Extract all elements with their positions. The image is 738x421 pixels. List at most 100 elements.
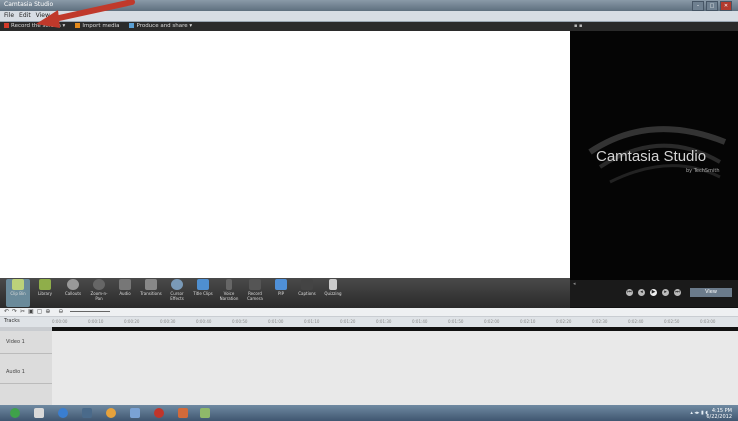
preview-size-icon[interactable]: ▪ ▪ xyxy=(574,23,582,29)
callouts-icon xyxy=(67,279,79,290)
transitions-icon xyxy=(145,279,157,290)
callouts-tool[interactable]: Callouts xyxy=(62,279,84,307)
track-label-video1: Video 1 xyxy=(6,339,25,345)
editing-canvas[interactable] xyxy=(0,31,570,279)
track-row-video1[interactable]: Video 1 xyxy=(0,331,52,354)
zoom-icon xyxy=(93,279,105,290)
ruler-tick: 0:00:30 xyxy=(160,319,176,324)
techsmith-logo-text: by TechSmith xyxy=(686,168,720,174)
cursor-effects-tool[interactable]: Cursor Effects xyxy=(166,279,188,307)
pip-label: PIP xyxy=(277,291,284,296)
captions-label: Captions xyxy=(298,291,316,296)
ruler-tick: 0:01:10 xyxy=(304,319,320,324)
preview-controls: ◂ ⏮ ◂ ▶ ▸ ⏭ View xyxy=(570,280,738,307)
maximize-button[interactable]: □ xyxy=(706,1,718,11)
quizzing-tool[interactable]: Quizzing xyxy=(322,279,344,307)
title-clips-label: Title Clips xyxy=(193,291,213,296)
audio-tool[interactable]: Audio xyxy=(114,279,136,307)
ruler-tick: 0:02:30 xyxy=(592,319,608,324)
ruler-tick: 0:01:30 xyxy=(376,319,392,324)
fast-forward-icon[interactable]: ▸ xyxy=(662,289,669,296)
cursor-effects-label: Cursor Effects xyxy=(170,291,184,301)
preview-pane: ▪ ▪ Camtasia Studio by TechSmith xyxy=(570,22,738,280)
clock-date: 6/22/2012 xyxy=(706,414,732,420)
camtasia-logo-text: Camtasia Studio xyxy=(596,148,707,165)
window-controls: – □ ✕ xyxy=(692,1,732,11)
scrub-handle-icon[interactable]: ◂ xyxy=(573,281,576,287)
ruler-tick: 0:02:20 xyxy=(556,319,572,324)
timeline-ruler[interactable]: Tracks 0:00:00 0:00:10 0:00:20 0:00:30 0:00:… xyxy=(0,317,738,327)
tasks-toolbar: Clip Bin Library Callouts Zoom-n-Pan Aud… xyxy=(0,278,570,308)
title-clips-icon xyxy=(197,279,209,290)
preview-header: ▪ ▪ xyxy=(570,22,738,31)
next-clip-icon[interactable]: ⏭ xyxy=(674,289,681,296)
timeline-tools-icon[interactable]: ↶↷✂▣▢⊕ ⊖ xyxy=(4,308,66,315)
record-camera-icon xyxy=(249,279,261,290)
view-button[interactable]: View xyxy=(690,288,732,297)
zoom-tool[interactable]: Zoom-n-Pan xyxy=(88,279,110,307)
quizzing-icon xyxy=(329,279,337,290)
timeline-tracks[interactable] xyxy=(52,331,738,405)
transitions-tool[interactable]: Transitions xyxy=(140,279,162,307)
ruler-tick: 0:00:00 xyxy=(52,319,68,324)
clip-bin-icon xyxy=(12,279,24,290)
voice-narration-tool[interactable]: Voice Narration xyxy=(218,279,240,307)
audio-icon xyxy=(119,279,131,290)
record-camera-tool[interactable]: Record Camera xyxy=(244,279,266,307)
ruler-tick: 0:03:00 xyxy=(700,319,716,324)
voice-narration-label: Voice Narration xyxy=(219,291,239,301)
taskbar-clock[interactable]: 4:15 PM 6/22/2012 xyxy=(706,408,732,420)
produce-share-label: Produce and share ▾ xyxy=(136,23,193,29)
ie-icon[interactable] xyxy=(58,408,68,418)
ruler-tick: 0:00:40 xyxy=(196,319,212,324)
explorer-icon[interactable] xyxy=(34,408,44,418)
rewind-icon[interactable]: ◂ xyxy=(638,289,645,296)
title-clips-tool[interactable]: Title Clips xyxy=(192,279,214,307)
previous-clip-icon[interactable]: ⏮ xyxy=(626,289,633,296)
audio-label: Audio xyxy=(119,291,131,296)
ruler-tick: 0:00:50 xyxy=(232,319,248,324)
timeline-toolbar: ↶↷✂▣▢⊕ ⊖ xyxy=(0,308,738,317)
voice-narration-icon xyxy=(226,279,232,290)
ruler-tick: 0:02:10 xyxy=(520,319,536,324)
library-icon xyxy=(39,279,51,290)
zoom-slider[interactable] xyxy=(70,311,110,312)
track-row-audio1[interactable]: Audio 1 xyxy=(0,361,52,384)
annotation-arrow-icon xyxy=(36,0,135,28)
ruler-tick: 0:02:50 xyxy=(664,319,680,324)
swoosh-graphic xyxy=(588,126,727,184)
track-label-audio1: Audio 1 xyxy=(6,369,25,375)
callouts-label: Callouts xyxy=(64,291,82,296)
chrome-icon[interactable] xyxy=(106,408,116,418)
captions-icon xyxy=(301,279,313,290)
clip-bin-tool[interactable]: Clip Bin xyxy=(6,279,30,307)
media-icon[interactable] xyxy=(82,408,92,418)
start-orb-icon[interactable] xyxy=(10,408,20,418)
ruler-tick: 0:02:40 xyxy=(628,319,644,324)
close-button[interactable]: ✕ xyxy=(720,1,732,11)
library-tool[interactable]: Library xyxy=(34,279,56,307)
powerpoint-icon[interactable] xyxy=(178,408,188,418)
ruler-tick: 0:01:40 xyxy=(412,319,428,324)
system-tray-icons[interactable]: ▴ ◂▸ ▮ ◖ xyxy=(690,410,708,416)
ruler-tick: 0:01:00 xyxy=(268,319,284,324)
play-icon[interactable]: ▶ xyxy=(650,289,657,296)
ruler-tick: 0:02:00 xyxy=(484,319,500,324)
pip-tool[interactable]: PIP xyxy=(270,279,292,307)
minimize-button[interactable]: – xyxy=(692,1,704,11)
ruler-tick: 0:01:20 xyxy=(340,319,356,324)
ruler-tick: 0:01:50 xyxy=(448,319,464,324)
word-icon[interactable] xyxy=(130,408,140,418)
camtasia-taskbar-icon[interactable] xyxy=(200,408,210,418)
tracks-label: Tracks xyxy=(4,318,20,324)
transitions-label: Transitions xyxy=(140,291,162,296)
ruler-tick: 0:00:10 xyxy=(88,319,104,324)
track-labels: Video 1 Audio 1 xyxy=(0,331,53,405)
library-label: Library xyxy=(38,291,52,296)
captions-tool[interactable]: Captions xyxy=(296,279,318,307)
clip-bin-label: Clip Bin xyxy=(10,291,26,296)
opera-icon[interactable] xyxy=(154,408,164,418)
windows-taskbar: ▴ ◂▸ ▮ ◖ 4:15 PM 6/22/2012 xyxy=(0,405,738,421)
cursor-effects-icon xyxy=(171,279,183,290)
menu-file[interactable]: File xyxy=(4,11,14,21)
